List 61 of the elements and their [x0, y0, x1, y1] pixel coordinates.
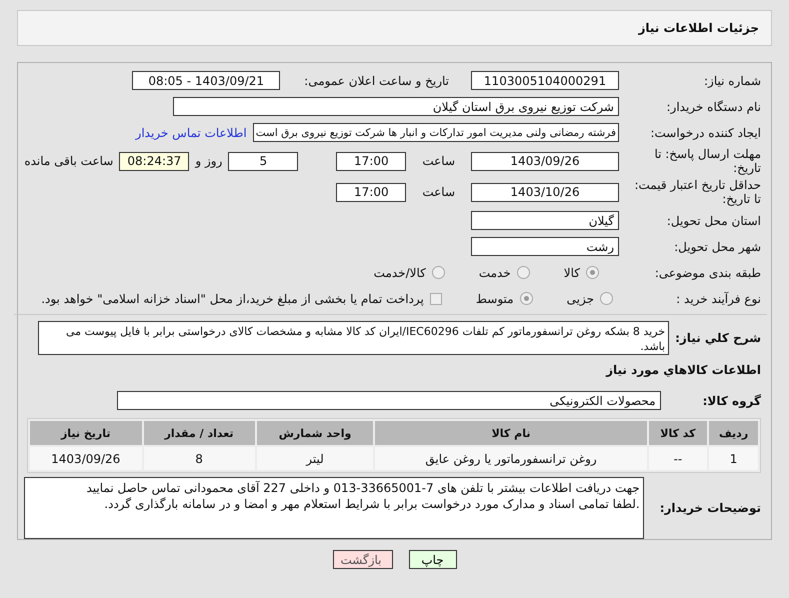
field-label: پرداخت تمام یا بخشی از مبلغ خرید،از محل "اسناد خزانه اسلامی" خواهد بود. — [41, 292, 424, 306]
back-button[interactable]: بازگشت — [332, 550, 392, 569]
input-field[interactable]: گیلان — [471, 211, 619, 230]
field-label: روز و — [195, 154, 222, 168]
field-label: حداقل تاریخ اعتبار قیمت: تا تاریخ: — [633, 178, 761, 206]
field-label: ساعت — [422, 154, 455, 168]
input-field[interactable]: 1403/09/21 - 08:05 — [132, 71, 280, 90]
column-header: تعداد / مقدار — [144, 421, 255, 445]
field-label: شهر محل تحویل: — [673, 240, 761, 254]
field-label: شماره نیاز: — [703, 74, 761, 88]
field-label: تاریخ و ساعت اعلان عمومی: — [304, 74, 449, 88]
column-header: ردیف — [709, 421, 758, 445]
radio-button[interactable] — [516, 266, 530, 279]
table-cell: روغن ترانسفورماتور یا روغن عایق — [375, 447, 647, 470]
field-label: مهلت ارسال پاسخ: تا تاریخ: — [653, 147, 761, 175]
field-label: توضیحات خریدار: — [660, 501, 761, 515]
field-label: طبقه بندی موضوعی: — [654, 266, 761, 280]
field-label: ایجاد کننده درخواست: — [649, 126, 761, 140]
notes-field[interactable]: جهت دریافت اطلاعات بیشتر با تلفن های 7-33665001-013 و داخلی 227 آقای محمودانی تماس حاصل نمایید .لطفا تمامی اسناد و مدارک مورد درخواست برابر با شرایط استعلام مهر و امضا و در سامانه بارگذاری گردد. — [24, 477, 644, 539]
field-label: متوسط — [476, 292, 514, 306]
page-title: جزئیات اطلاعات نیاز — [638, 21, 759, 35]
input-field[interactable]: فرشته رمضانی ولنی مدیریت امور تدارکات و انبار ها شرکت توزیع نیروی برق است — [252, 123, 619, 142]
input-field[interactable]: 17:00 — [336, 182, 406, 202]
field-label: کالا — [564, 266, 580, 280]
column-header: نام کالا — [375, 421, 647, 445]
radio-button[interactable] — [586, 266, 599, 279]
radio-button[interactable] — [432, 266, 445, 279]
input-field[interactable]: 17:00 — [336, 152, 406, 170]
field-label: گروه کالا: — [702, 394, 761, 408]
input-field[interactable]: 1403/09/26 — [471, 152, 619, 170]
radio-button[interactable] — [600, 292, 613, 305]
print-button[interactable]: چاپ — [408, 550, 456, 569]
section-heading: اطلاعات كالاهاي مورد نياز — [606, 362, 761, 376]
field-label: کالا/خدمت — [374, 266, 426, 280]
field-label: ساعت باقی مانده — [24, 154, 114, 168]
input-field[interactable]: رشت — [471, 237, 619, 256]
field-label: ساعت — [422, 185, 455, 199]
field-label: شرح کلي نياز: — [675, 331, 761, 345]
table-cell: 1403/09/26 — [30, 447, 142, 470]
input-field[interactable]: 1403/10/26 — [471, 182, 619, 202]
checkbox[interactable] — [430, 292, 442, 304]
input-field[interactable]: محصولات الکترونیکی — [116, 391, 661, 410]
field-label: خدمت — [478, 266, 511, 280]
radio-button[interactable] — [520, 292, 533, 305]
contact-link[interactable]: اطلاعات تماس خریدار — [136, 126, 247, 140]
timer-field[interactable]: 08:24:37 — [119, 152, 190, 170]
column-header: واحد شمارش — [256, 421, 374, 445]
field-label: جزیی — [566, 292, 594, 306]
input-field[interactable]: 5 — [228, 152, 298, 170]
field-label: نوع فرآیند خرید : — [675, 292, 761, 306]
input-field[interactable]: شرکت توزیع نیروی برق استان گیلان — [173, 97, 619, 116]
column-header: کد کالا — [648, 421, 708, 445]
description-field[interactable]: خرید 8 بشکه روغن ترانسفورماتور کم تلفات IEC60296/ایران کد کالا مشابه و مشخصات کالای درخواستی برابر با فایل پیوست می باشد. — [38, 321, 670, 355]
input-field[interactable]: 1103005104000291 — [471, 71, 619, 90]
field-label: نام دستگاه خریدار: — [666, 100, 761, 114]
column-header: تاریخ نیاز — [30, 421, 142, 445]
table-cell: 1 — [709, 447, 758, 470]
field-label: استان محل تحویل: — [666, 214, 761, 228]
table-cell: -- — [648, 447, 708, 470]
table-cell: 8 — [144, 447, 255, 470]
table-cell: لیتر — [256, 447, 374, 470]
